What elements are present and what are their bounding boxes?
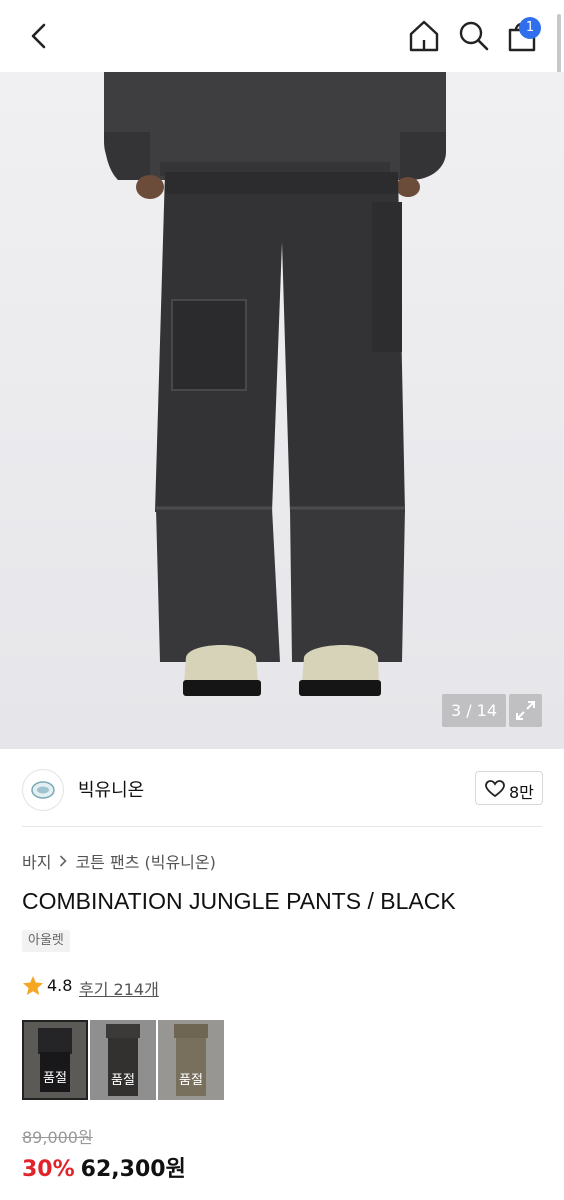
variant-thumbnails: 품절 품절 품절 <box>22 1020 232 1100</box>
heart-icon <box>485 780 505 798</box>
cart-count-badge: 1 <box>519 17 541 39</box>
variant-thumb-black[interactable]: 품절 <box>22 1020 88 1100</box>
sale-price: 62,300원 <box>80 1157 186 1182</box>
soldout-overlay <box>24 1022 86 1098</box>
sale-price-row: 30% 62,300원 <box>22 1151 186 1183</box>
divider <box>22 826 542 827</box>
soldout-overlay <box>90 1020 156 1100</box>
top-bar: 1 <box>0 0 564 72</box>
back-icon[interactable] <box>22 18 58 54</box>
product-image[interactable] <box>0 72 564 749</box>
home-icon[interactable] <box>404 16 444 56</box>
original-price: 89,000원 <box>22 1128 93 1147</box>
soldout-label: 품절 <box>179 1073 203 1088</box>
outlet-tag: 아울렛 <box>22 930 70 952</box>
breadcrumb-subcategory[interactable]: 코튼 팬츠 (빅유니온) <box>75 853 215 872</box>
brand-logo[interactable] <box>22 769 64 811</box>
chevron-right-icon <box>59 852 68 871</box>
expand-icon[interactable] <box>509 694 542 727</box>
rating-value: 4.8 <box>47 976 73 995</box>
like-count: 8만 <box>509 783 534 802</box>
like-button[interactable]: 8만 <box>475 771 543 805</box>
breadcrumb-category[interactable]: 바지 <box>22 853 51 872</box>
expand-arrows-icon <box>516 701 535 720</box>
scrollbar[interactable] <box>557 14 561 76</box>
star-icon <box>23 976 43 995</box>
brand-logo-icon <box>31 781 55 799</box>
soldout-overlay <box>158 1020 224 1100</box>
product-photo <box>104 72 446 696</box>
discount-rate: 30% <box>22 1157 75 1182</box>
image-counter: 3 / 14 <box>442 694 506 727</box>
brand-row[interactable]: 빅유니온 8만 <box>0 749 564 827</box>
soldout-label: 품절 <box>111 1073 135 1088</box>
search-icon[interactable] <box>454 16 494 56</box>
brand-name[interactable]: 빅유니온 <box>78 776 144 802</box>
variant-thumb-beige[interactable]: 품절 <box>158 1020 224 1100</box>
soldout-label: 품절 <box>43 1071 67 1086</box>
review-link[interactable]: 후기 214개 <box>79 976 159 1000</box>
product-title: COMBINATION JUNGLE PANTS / BLACK <box>22 888 456 914</box>
breadcrumb: 바지 코튼 팬츠 (빅유니온) <box>22 849 216 873</box>
variant-thumb-charcoal[interactable]: 품절 <box>90 1020 156 1100</box>
